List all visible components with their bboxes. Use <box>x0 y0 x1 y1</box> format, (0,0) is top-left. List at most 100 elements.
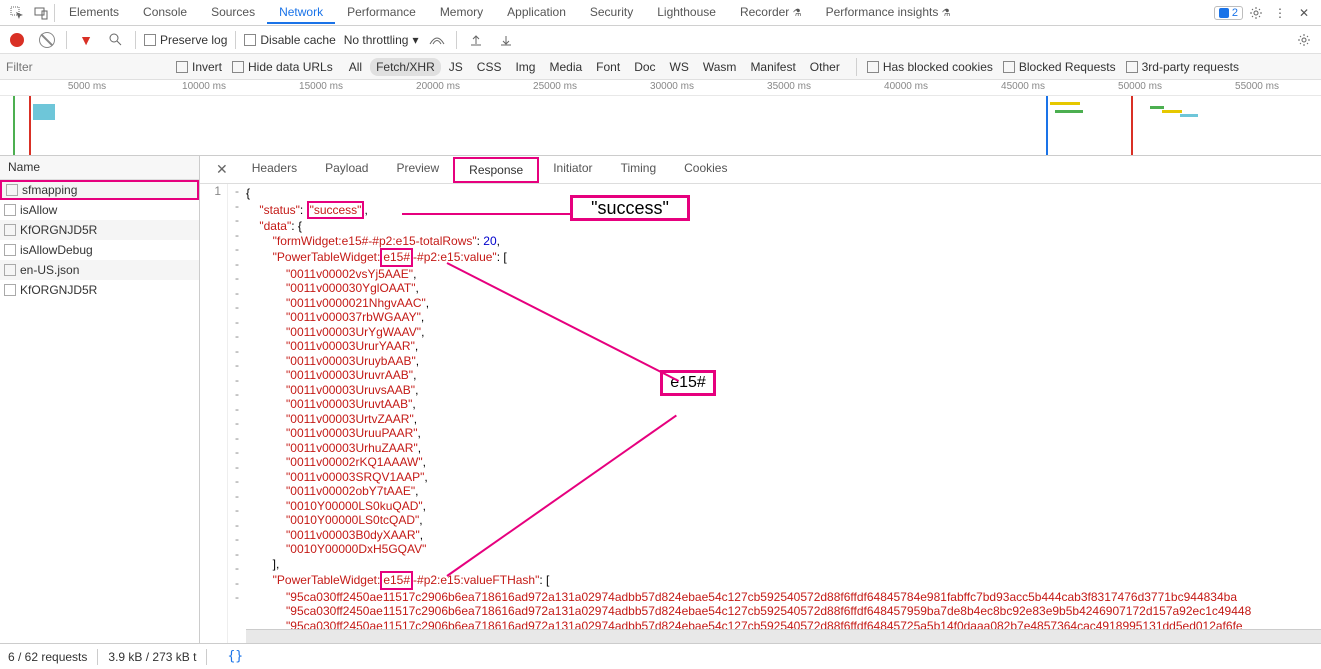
request-detail: ✕ HeadersPayloadPreviewResponseInitiator… <box>200 156 1321 643</box>
request-count: 6 / 62 requests <box>8 650 87 664</box>
timeline-tick: 35000 ms <box>767 81 811 92</box>
request-row[interactable]: KfORGNJD5R <box>0 280 199 300</box>
favicon-icon <box>4 204 16 216</box>
disable-cache-checkbox[interactable]: Disable cache <box>244 33 335 47</box>
network-main: Name sfmapping isAllow KfORGNJD5R isAllowDe… <box>0 156 1321 643</box>
request-row[interactable]: isAllow <box>0 200 199 220</box>
network-timeline[interactable]: 5000 ms10000 ms15000 ms20000 ms25000 ms3… <box>0 80 1321 156</box>
timeline-tick: 20000 ms <box>416 81 460 92</box>
detail-tab-preview[interactable]: Preview <box>382 157 453 183</box>
favicon-icon <box>4 264 16 276</box>
detail-tab-response[interactable]: Response <box>453 157 539 183</box>
timeline-tick: 5000 ms <box>68 81 106 92</box>
tab-performance-insights[interactable]: Performance insights ⚗ <box>814 1 963 24</box>
issues-badge[interactable]: 2 <box>1214 6 1243 20</box>
request-row[interactable]: en-US.json <box>0 260 199 280</box>
separator <box>235 31 236 49</box>
response-body: 1 { "status": "success", "data": { "form… <box>200 184 1321 643</box>
inspect-element-icon[interactable] <box>6 2 28 24</box>
request-list: Name sfmapping isAllow KfORGNJD5R isAllowDe… <box>0 156 200 643</box>
separator <box>97 649 98 665</box>
request-name: isAllow <box>20 203 57 217</box>
timeline-tick: 30000 ms <box>650 81 694 92</box>
favicon-icon <box>6 184 18 196</box>
timeline-tick: 50000 ms <box>1118 81 1162 92</box>
tab-sources[interactable]: Sources <box>199 1 267 24</box>
tab-performance[interactable]: Performance <box>335 1 428 24</box>
request-list-header[interactable]: Name <box>0 156 199 180</box>
detail-tab-timing[interactable]: Timing <box>607 157 671 183</box>
invert-checkbox[interactable]: Invert <box>176 60 222 74</box>
settings-gear-icon[interactable] <box>1245 2 1267 24</box>
detail-tab-cookies[interactable]: Cookies <box>670 157 741 183</box>
request-row[interactable]: isAllowDebug <box>0 240 199 260</box>
timeline-tick: 40000 ms <box>884 81 928 92</box>
filter-type-wasm[interactable]: Wasm <box>697 58 743 76</box>
more-menu-icon[interactable]: ⋮ <box>1269 2 1291 24</box>
favicon-icon <box>4 224 16 236</box>
throttling-dropdown[interactable]: No throttling▾ <box>344 33 419 47</box>
tab-application[interactable]: Application <box>495 1 578 24</box>
devtools-top-bar: ElementsConsoleSourcesNetworkPerformance… <box>0 0 1321 26</box>
horizontal-scrollbar[interactable] <box>246 629 1321 643</box>
filter-type-doc[interactable]: Doc <box>628 58 661 76</box>
tab-recorder[interactable]: Recorder ⚗ <box>728 1 814 24</box>
request-row[interactable]: sfmapping <box>0 180 199 200</box>
tab-network[interactable]: Network <box>267 1 335 24</box>
favicon-icon <box>4 244 16 256</box>
tab-console[interactable]: Console <box>131 1 199 24</box>
filter-type-all[interactable]: All <box>343 58 368 76</box>
blocked-requests-checkbox[interactable]: Blocked Requests <box>1003 60 1116 74</box>
filter-type-manifest[interactable]: Manifest <box>744 58 801 76</box>
request-name: KfORGNJD5R <box>20 283 97 297</box>
import-har-icon[interactable] <box>465 29 487 51</box>
filter-type-fetch-xhr[interactable]: Fetch/XHR <box>370 58 441 76</box>
request-name: isAllowDebug <box>20 243 93 257</box>
detail-tab-headers[interactable]: Headers <box>238 157 311 183</box>
tab-lighthouse[interactable]: Lighthouse <box>645 1 728 24</box>
network-conditions-icon[interactable] <box>426 29 448 51</box>
close-detail-icon[interactable]: ✕ <box>206 161 238 178</box>
preserve-log-checkbox[interactable]: Preserve log <box>144 33 227 47</box>
filter-type-media[interactable]: Media <box>543 58 588 76</box>
separator <box>856 58 857 76</box>
request-name: sfmapping <box>22 183 77 197</box>
export-har-icon[interactable] <box>495 29 517 51</box>
tab-elements[interactable]: Elements <box>57 1 131 24</box>
network-filter-bar: Invert Hide data URLs AllFetch/XHRJSCSSI… <box>0 54 1321 80</box>
timeline-tick: 45000 ms <box>1001 81 1045 92</box>
third-party-checkbox[interactable]: 3rd-party requests <box>1126 60 1239 74</box>
transfer-size: 3.9 kB / 273 kB t <box>108 650 196 664</box>
detail-tabs: ✕ HeadersPayloadPreviewResponseInitiator… <box>200 156 1321 184</box>
filter-type-font[interactable]: Font <box>590 58 626 76</box>
tab-memory[interactable]: Memory <box>428 1 495 24</box>
filter-type-img[interactable]: Img <box>509 58 541 76</box>
clear-button[interactable] <box>36 29 58 51</box>
filter-type-js[interactable]: JS <box>443 58 469 76</box>
filter-type-other[interactable]: Other <box>804 58 846 76</box>
network-settings-gear-icon[interactable] <box>1293 29 1315 51</box>
record-button[interactable] <box>6 29 28 51</box>
request-row[interactable]: KfORGNJD5R <box>0 220 199 240</box>
network-toolbar: ▼ Preserve log Disable cache No throttli… <box>0 26 1321 54</box>
timeline-tick: 55000 ms <box>1235 81 1279 92</box>
separator <box>66 31 67 49</box>
separator <box>206 649 207 665</box>
hide-data-urls-checkbox[interactable]: Hide data URLs <box>232 60 333 74</box>
filter-toggle-icon[interactable]: ▼ <box>75 29 97 51</box>
device-toolbar-icon[interactable] <box>30 2 52 24</box>
response-json[interactable]: { "status": "success", "data": { "formWi… <box>228 184 1321 643</box>
issues-count: 2 <box>1232 7 1238 19</box>
blocked-cookies-checkbox[interactable]: Has blocked cookies <box>867 60 993 74</box>
tab-security[interactable]: Security <box>578 1 645 24</box>
pretty-print-icon[interactable]: {} <box>227 649 243 664</box>
search-icon[interactable] <box>105 29 127 51</box>
detail-tab-payload[interactable]: Payload <box>311 157 382 183</box>
filter-input[interactable] <box>6 57 166 77</box>
close-devtools-icon[interactable]: ✕ <box>1293 2 1315 24</box>
filter-type-css[interactable]: CSS <box>471 58 508 76</box>
request-name: KfORGNJD5R <box>20 223 97 237</box>
filter-type-ws[interactable]: WS <box>664 58 695 76</box>
detail-tab-initiator[interactable]: Initiator <box>539 157 606 183</box>
timeline-tick: 25000 ms <box>533 81 577 92</box>
